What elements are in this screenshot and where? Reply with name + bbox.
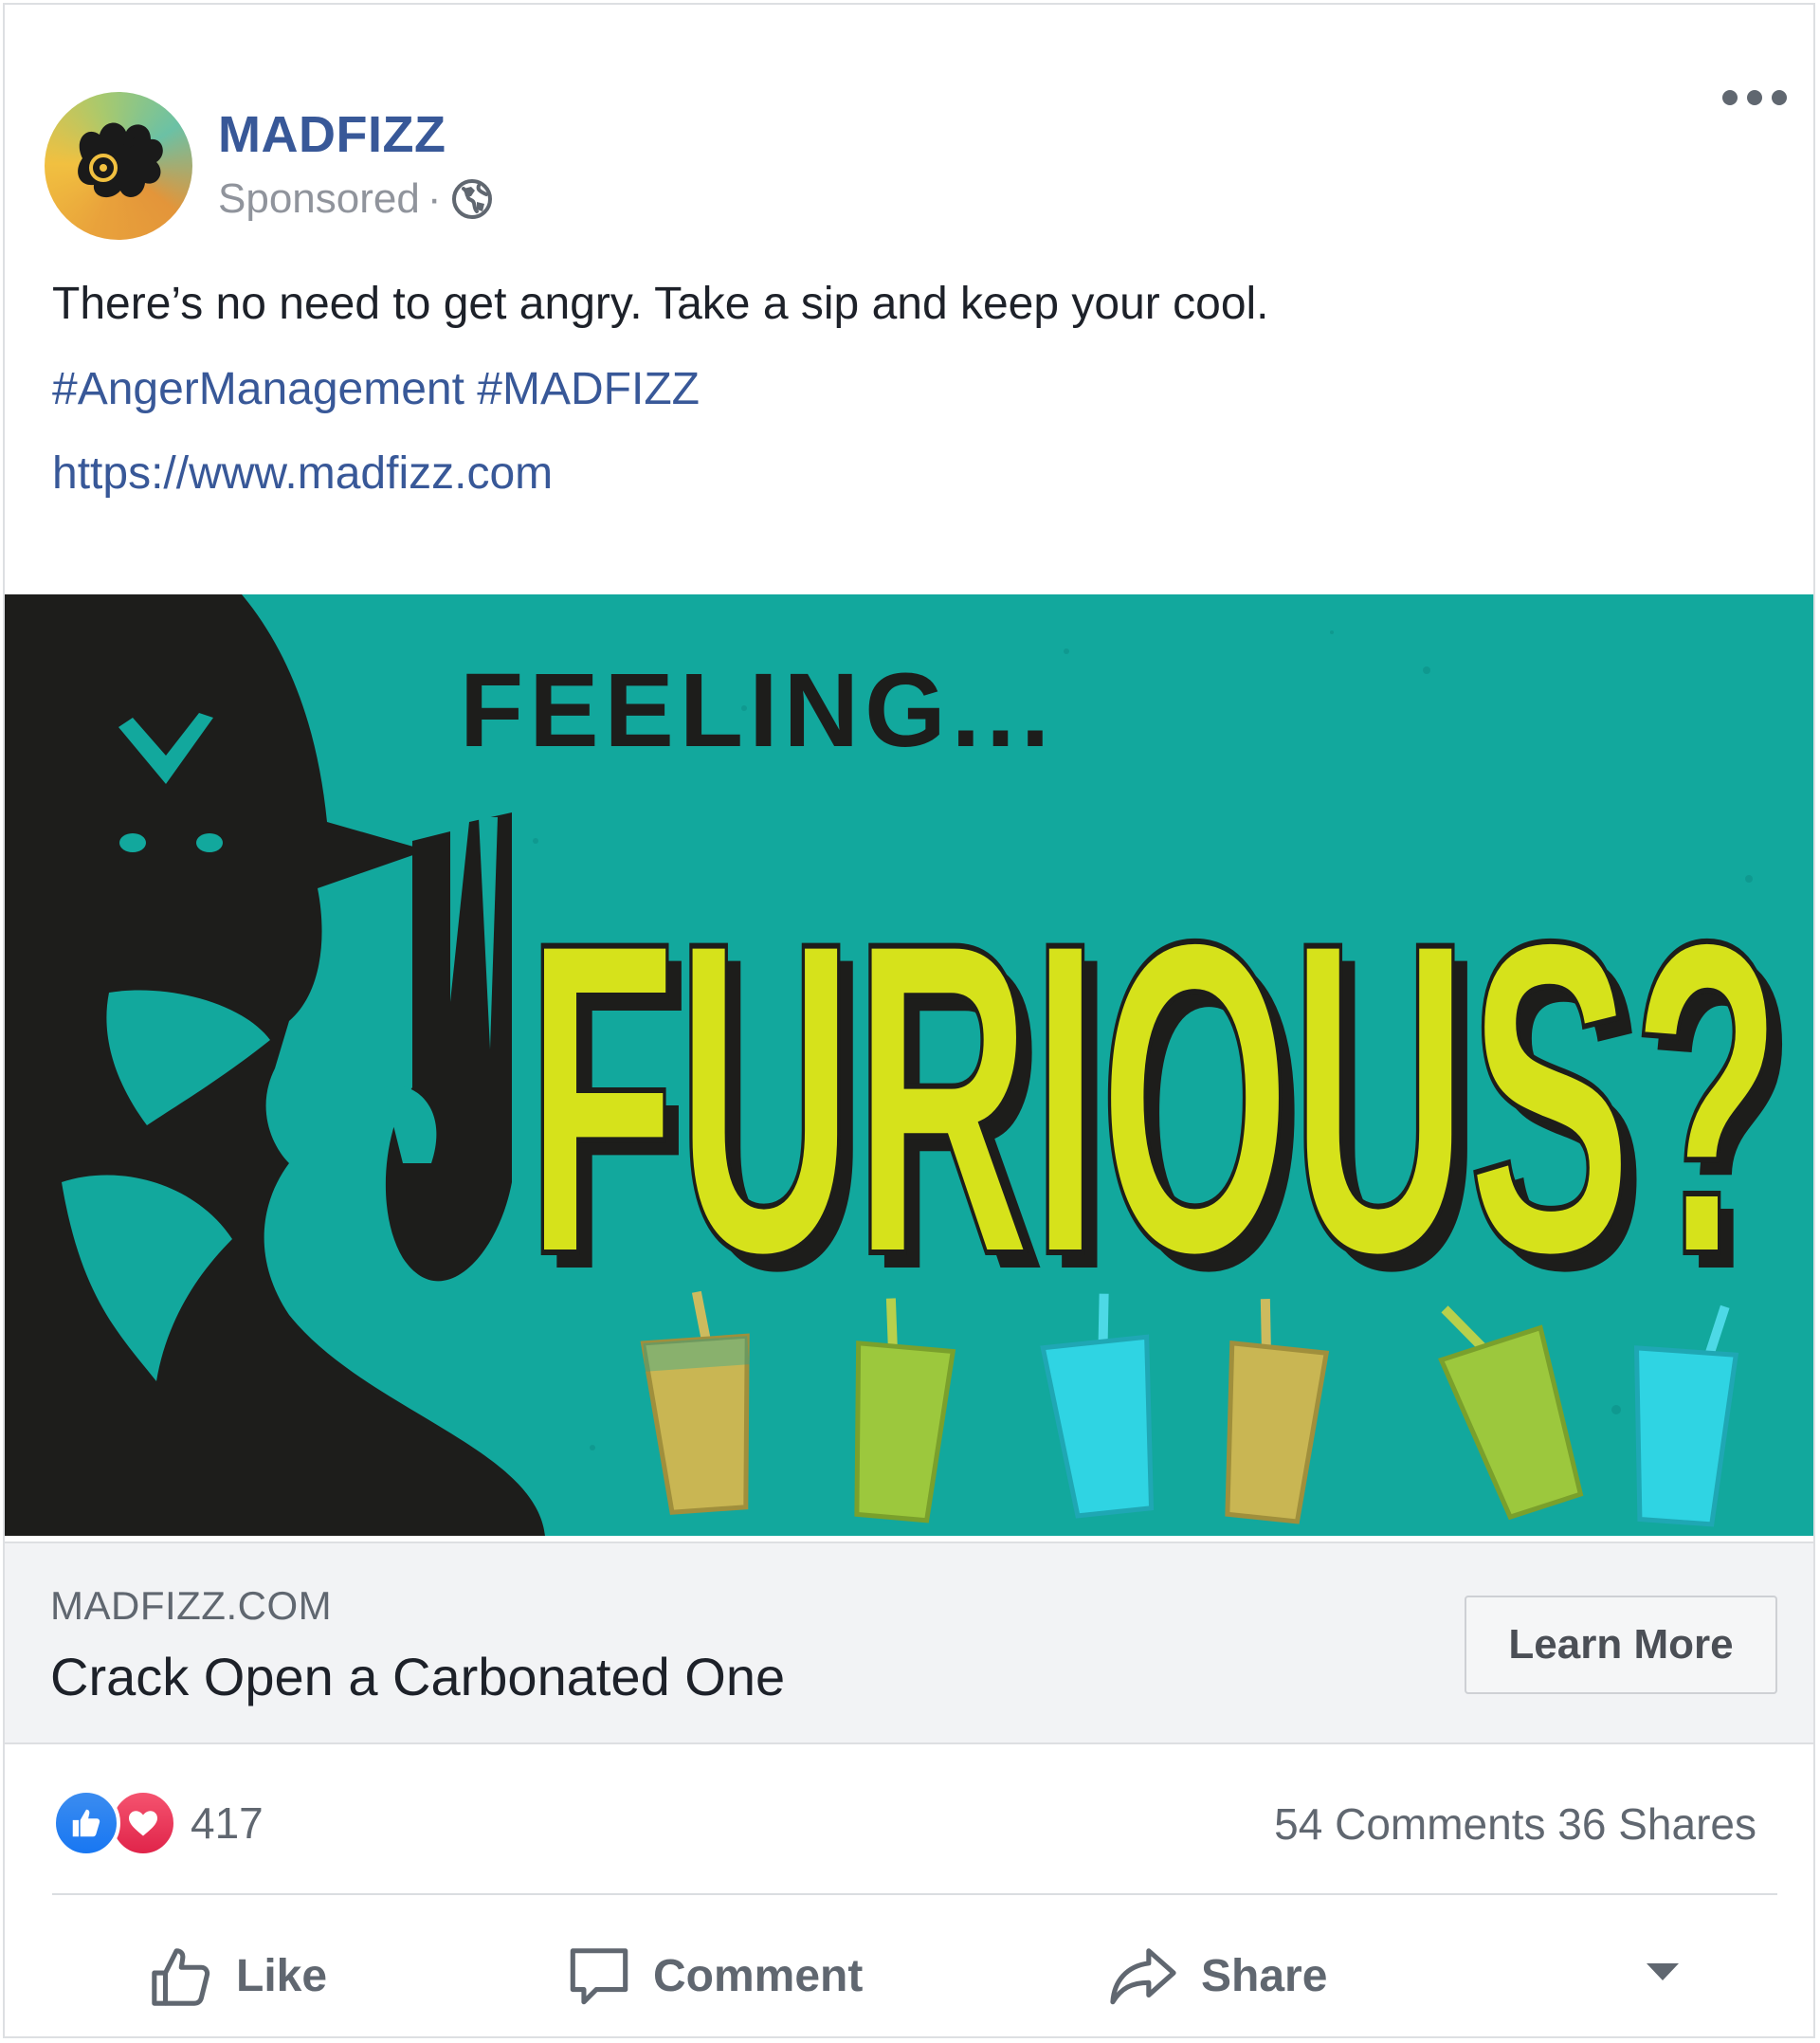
sponsored-meta: Sponsored · bbox=[218, 175, 494, 223]
share-icon bbox=[1110, 1948, 1176, 2005]
page-avatar[interactable] bbox=[45, 92, 192, 240]
actions-divider bbox=[52, 1893, 1777, 1895]
more-dot bbox=[1772, 90, 1787, 105]
comment-icon bbox=[570, 1948, 628, 2005]
more-dot bbox=[1722, 90, 1738, 105]
ad-headline-line1: FEELING... bbox=[460, 652, 1055, 769]
more-dot bbox=[1747, 90, 1762, 105]
ad-image[interactable]: FEELING... FURIOUS? FURIOUS? bbox=[5, 594, 1813, 1536]
like-label: Like bbox=[236, 1950, 328, 2001]
thumbs-up-outline-icon bbox=[152, 1948, 210, 2006]
sponsored-label[interactable]: Sponsored bbox=[218, 175, 420, 223]
link-preview[interactable]: MADFIZZ.COM Crack Open a Carbonated One … bbox=[5, 1541, 1813, 1744]
angry-eye-right bbox=[196, 833, 223, 852]
link-domain: MADFIZZ.COM bbox=[50, 1583, 333, 1628]
globe-icon[interactable] bbox=[450, 177, 494, 221]
post-hashtags: #AngerManagement #MADFIZZ bbox=[52, 363, 700, 415]
post-body-text: There’s no need to get angry. Take a sip… bbox=[52, 279, 1269, 329]
comment-label: Comment bbox=[653, 1950, 864, 2001]
like-reaction-icon bbox=[52, 1789, 120, 1857]
page-name-link[interactable]: MADFIZZ bbox=[218, 105, 446, 164]
post-url-link[interactable]: https://www.madfizz.com bbox=[52, 447, 553, 500]
heart-icon bbox=[129, 1811, 157, 1836]
ad-headline-line2: FURIOUS? bbox=[526, 849, 1782, 1347]
link-headline: Crack Open a Carbonated One bbox=[50, 1647, 786, 1706]
comment-button[interactable]: Comment bbox=[566, 1933, 863, 2018]
reactions-summary[interactable]: 417 bbox=[52, 1789, 264, 1857]
caret-down-icon[interactable] bbox=[1647, 1963, 1679, 1980]
meta-separator: · bbox=[427, 175, 442, 222]
comments-count-link[interactable]: 54 Comments bbox=[1274, 1799, 1545, 1849]
angry-eye-left bbox=[119, 833, 146, 852]
reaction-count: 417 bbox=[191, 1798, 264, 1848]
engagement-counts: 54 Comments 36 Shares bbox=[1274, 1798, 1756, 1850]
madfizz-logo-icon bbox=[78, 122, 163, 198]
more-options-icon[interactable] bbox=[1722, 86, 1787, 109]
shares-count-link[interactable]: 36 Shares bbox=[1557, 1799, 1756, 1849]
hashtag-madfizz[interactable]: #MADFIZZ bbox=[477, 364, 700, 414]
sponsored-post-card: MADFIZZ Sponsored · There’s no need to g… bbox=[3, 3, 1815, 2038]
learn-more-button[interactable]: Learn More bbox=[1465, 1596, 1777, 1694]
thumbs-up-icon bbox=[72, 1809, 100, 1837]
like-button[interactable]: Like bbox=[149, 1933, 327, 2018]
hashtag-anger-management[interactable]: #AngerManagement bbox=[52, 364, 464, 414]
share-label: Share bbox=[1201, 1950, 1328, 2001]
share-button[interactable]: Share bbox=[1106, 1933, 1327, 2018]
